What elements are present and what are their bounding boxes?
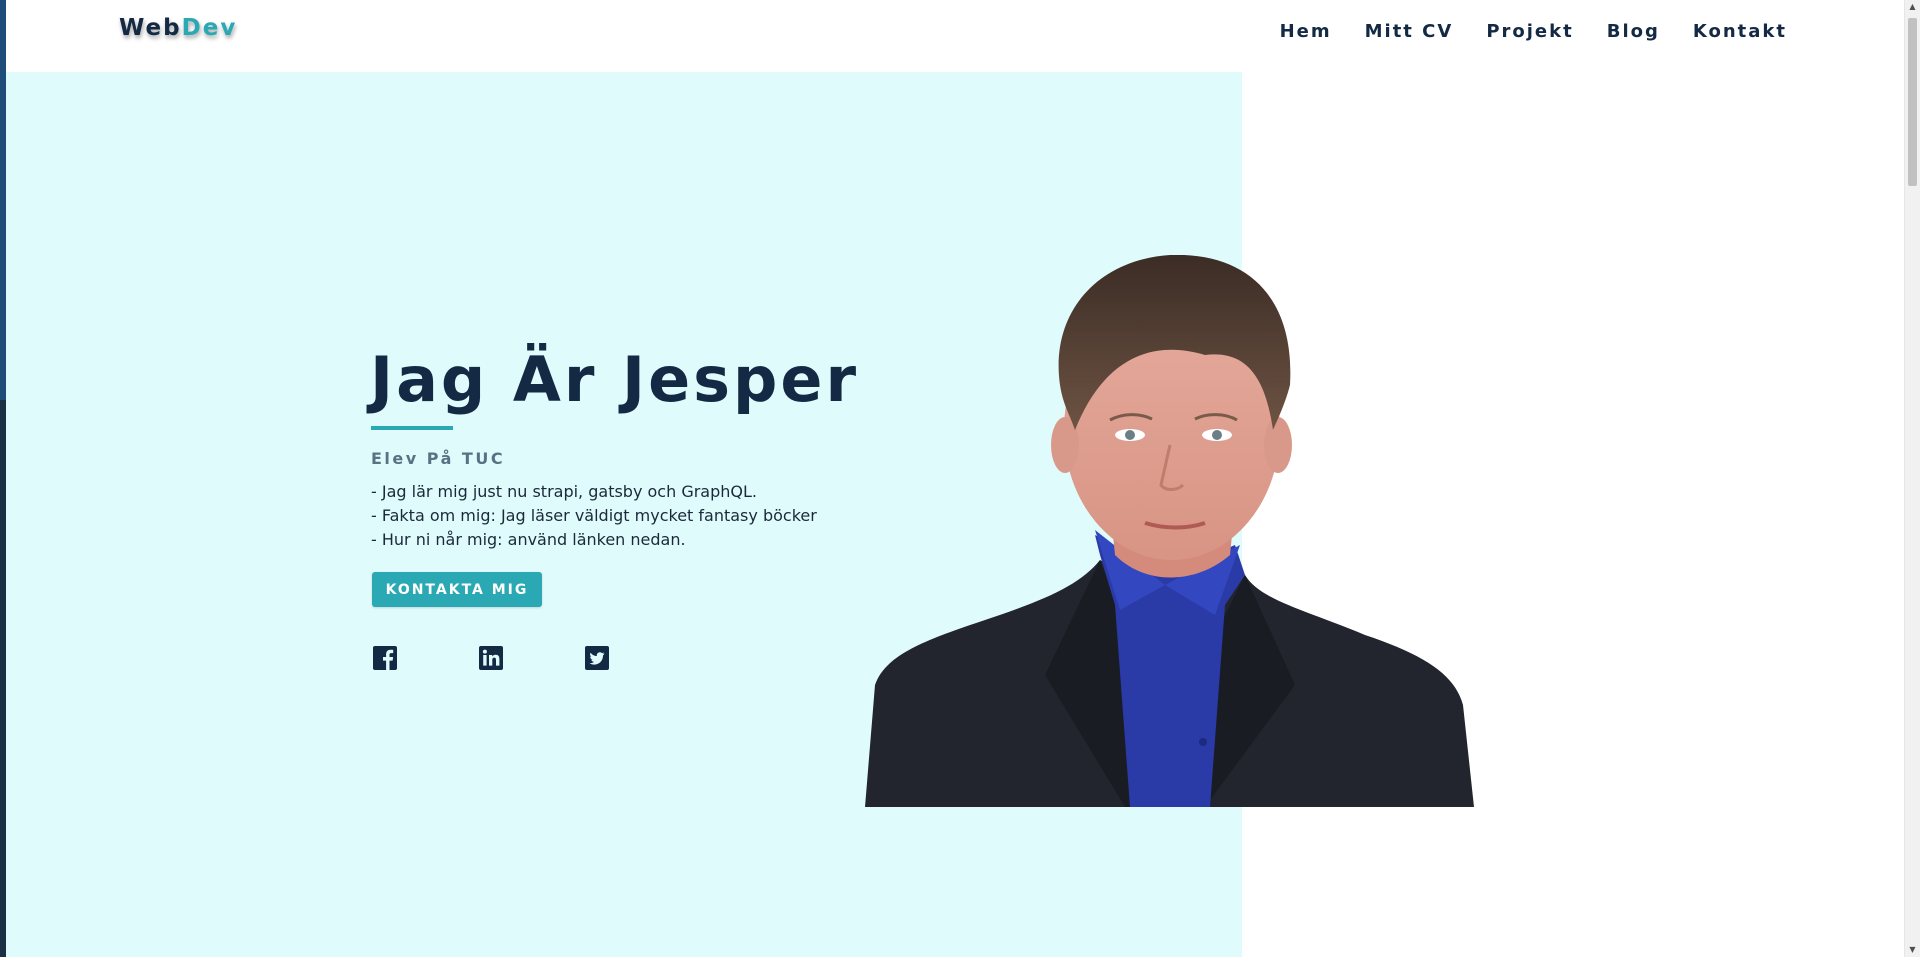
- scroll-thumb[interactable]: [1908, 18, 1917, 186]
- site-logo[interactable]: WebDev: [119, 15, 237, 41]
- contact-me-button[interactable]: KONTAKTA MIG: [372, 572, 542, 607]
- bio-line: - Fakta om mig: Jag läser väldigt mycket…: [371, 506, 817, 525]
- hero-title: Jag Är Jesper: [370, 343, 860, 416]
- hero-subtitle: Elev På TUC: [371, 449, 506, 468]
- title-underline: [371, 426, 453, 430]
- linkedin-icon[interactable]: [479, 646, 503, 670]
- main-nav: Hem Mitt CV Projekt Blog Kontakt: [1247, 21, 1787, 42]
- bio-line: - Jag lär mig just nu strapi, gatsby och…: [371, 482, 757, 501]
- scrollbar[interactable]: ▲ ▼: [1904, 0, 1920, 957]
- portrait-image: [865, 255, 1474, 807]
- scroll-down-icon[interactable]: ▼: [1905, 943, 1920, 957]
- nav-link-projekt[interactable]: Projekt: [1486, 21, 1573, 42]
- nav-link-mitt-cv[interactable]: Mitt CV: [1365, 21, 1454, 42]
- scroll-up-icon[interactable]: ▲: [1905, 0, 1920, 14]
- nav-link-kontakt[interactable]: Kontakt: [1693, 21, 1787, 42]
- facebook-icon[interactable]: [373, 646, 397, 670]
- nav-link-hem[interactable]: Hem: [1280, 21, 1332, 42]
- site-header: WebDev Hem Mitt CV Projekt Blog Kontakt: [6, 0, 1905, 72]
- logo-web: Web: [119, 15, 182, 41]
- hero-bio: - Jag lär mig just nu strapi, gatsby och…: [371, 480, 871, 552]
- nav-link-blog[interactable]: Blog: [1607, 21, 1660, 42]
- twitter-icon[interactable]: [585, 646, 609, 670]
- logo-dev: Dev: [181, 15, 238, 41]
- bio-line: - Hur ni når mig: använd länken nedan.: [371, 530, 686, 549]
